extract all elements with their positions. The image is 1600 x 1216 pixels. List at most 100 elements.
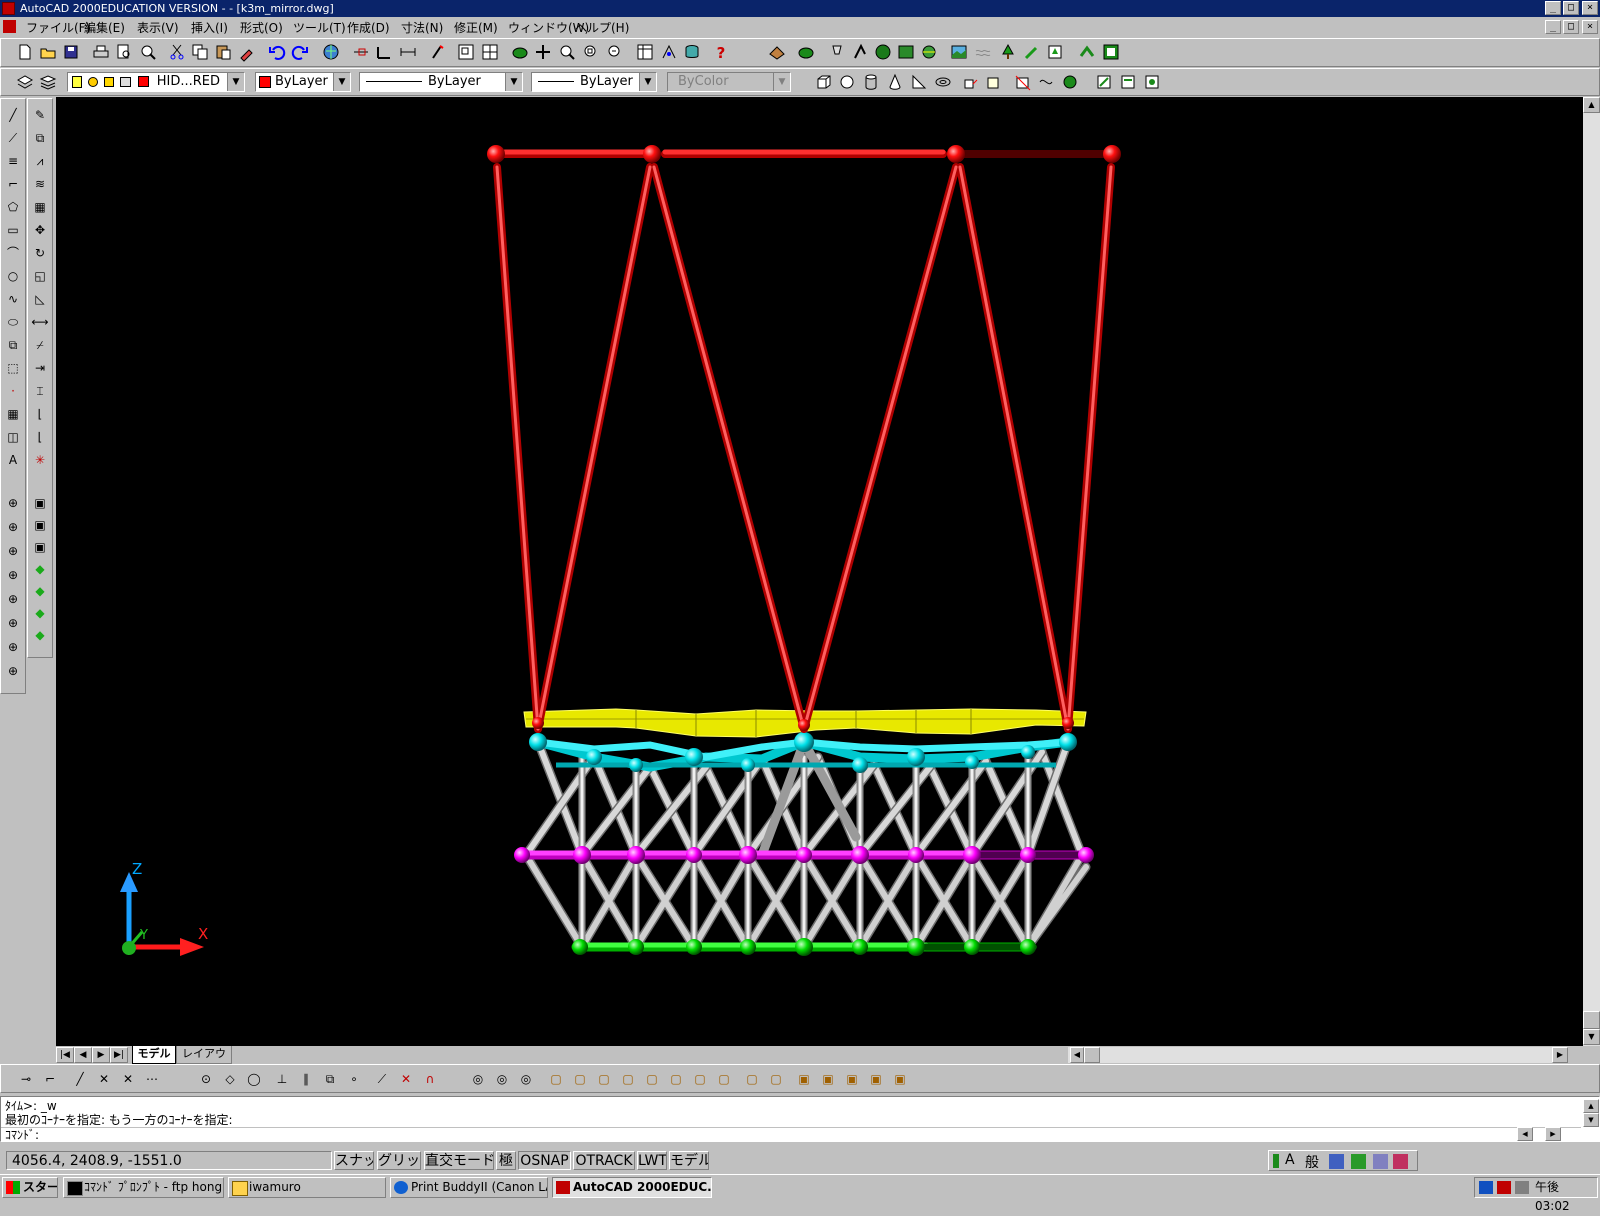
autocad-app-icon[interactable]: [2, 2, 15, 15]
lineweight-dropdown[interactable]: ByLayer ▼: [531, 72, 657, 92]
revolve-icon[interactable]: [984, 72, 1004, 92]
snap-from-icon[interactable]: ⊸: [17, 1070, 35, 1088]
imprint-icon[interactable]: ▣: [795, 1070, 813, 1088]
zoom-scale-icon[interactable]: ⊕: [4, 542, 22, 560]
snap-intersection-icon[interactable]: ✕: [95, 1070, 113, 1088]
copy-icon[interactable]: [190, 42, 210, 62]
snap-midpoint-icon[interactable]: ╱: [71, 1070, 89, 1088]
cmd-scroll-down-button[interactable]: ▼: [1583, 1113, 1599, 1127]
tab-model[interactable]: モデル: [132, 1046, 176, 1064]
print-preview-icon[interactable]: [114, 42, 134, 62]
trim-icon[interactable]: ⌿: [31, 336, 49, 354]
landscape-new-icon[interactable]: [998, 42, 1018, 62]
dbconnect-icon[interactable]: [682, 42, 702, 62]
snap-insert-icon[interactable]: ⧉: [321, 1070, 339, 1088]
cut-icon[interactable]: [167, 42, 187, 62]
slice-icon[interactable]: [1013, 72, 1033, 92]
chevron-down-icon[interactable]: ▼: [333, 73, 350, 91]
rotate-icon[interactable]: ↻: [31, 244, 49, 262]
lengthen-icon[interactable]: ⟷: [31, 313, 49, 331]
check-icon[interactable]: ▣: [891, 1070, 909, 1088]
fillet-icon[interactable]: ⌊: [31, 428, 49, 446]
toggle-lwt[interactable]: LWT: [637, 1151, 667, 1170]
lights-icon[interactable]: [827, 42, 847, 62]
sphere-icon[interactable]: [837, 72, 857, 92]
document-icon[interactable]: [3, 20, 16, 33]
maximize-button[interactable]: □: [1563, 1, 1579, 15]
render-icon[interactable]: [510, 42, 530, 62]
menu-draw[interactable]: 作成(D): [347, 19, 390, 36]
command-window[interactable]: ﾀｲﾑ>: _w 最初のｺｰﾅｰを指定: もう一方のｺｰﾅｰを指定: ｺﾏﾝﾄﾞ…: [0, 1096, 1600, 1142]
hide-icon[interactable]: ◆: [31, 560, 49, 578]
scenes-icon[interactable]: [850, 42, 870, 62]
render-scene-icon[interactable]: [767, 42, 787, 62]
ime-dictionary-icon[interactable]: [1373, 1154, 1388, 1169]
snap-parallel-icon[interactable]: ∥: [297, 1070, 315, 1088]
tab-prev-button[interactable]: ◀: [74, 1047, 92, 1063]
break-icon[interactable]: ⌶: [31, 382, 49, 400]
zoom-in-icon[interactable]: ⊕: [4, 590, 22, 608]
tab-last-button[interactable]: ▶|: [110, 1047, 128, 1063]
chamfer-icon[interactable]: ⌊: [31, 405, 49, 423]
make-block-icon[interactable]: ⬚: [4, 359, 22, 377]
toggle-grid[interactable]: グリッド: [377, 1151, 421, 1170]
menu-tools[interactable]: ツール(T): [293, 19, 346, 36]
scroll-up-button[interactable]: ▲: [1583, 97, 1600, 113]
task-iwamuro-folder[interactable]: iwamuro: [228, 1177, 386, 1198]
snap-tangent-icon[interactable]: ◯: [245, 1070, 263, 1088]
section-icon[interactable]: [1036, 72, 1056, 92]
orbit-icon[interactable]: ◆: [31, 626, 49, 644]
shade-flat-icon[interactable]: ◆: [31, 604, 49, 622]
menu-view[interactable]: 表示(V): [137, 19, 179, 36]
explode-icon[interactable]: ✳: [31, 451, 49, 469]
mirror-icon[interactable]: ⩘: [31, 152, 49, 170]
vertical-scrollbar[interactable]: ▲ ▼: [1583, 97, 1600, 1046]
polyline-icon[interactable]: ⌐: [4, 175, 22, 193]
extend-icon[interactable]: ⇥: [31, 359, 49, 377]
layer-plot-icon[interactable]: [120, 76, 132, 87]
coordinate-display[interactable]: 4056.4, 2408.9, -1551.0: [6, 1151, 332, 1170]
mapping-icon[interactable]: [919, 42, 939, 62]
stretch-icon[interactable]: ◺: [31, 290, 49, 308]
snap-center-icon[interactable]: ⊙: [197, 1070, 215, 1088]
zoom-window-icon[interactable]: [581, 42, 601, 62]
snap-perpendicular-icon[interactable]: ⊥: [273, 1070, 291, 1088]
render-preferences-icon[interactable]: [1077, 42, 1097, 62]
pen-tray-icon[interactable]: [1497, 1181, 1511, 1194]
named-views-icon[interactable]: ▣: [31, 494, 49, 512]
shade-gouraud-icon[interactable]: ◆: [31, 582, 49, 600]
make-object-layer-current-icon[interactable]: [15, 72, 35, 92]
find-replace-icon[interactable]: [138, 42, 158, 62]
chevron-down-icon[interactable]: ▼: [227, 73, 244, 91]
zoom-window-icon[interactable]: ⊕: [4, 494, 22, 512]
scroll-down-button[interactable]: ▼: [1583, 1029, 1600, 1045]
region-icon[interactable]: ◫: [4, 428, 22, 446]
aerial-view-icon[interactable]: [456, 42, 476, 62]
volume-tray-icon[interactable]: [1515, 1181, 1529, 1194]
snap-none-icon[interactable]: ✕: [397, 1070, 415, 1088]
copy-edges-icon[interactable]: ▢: [743, 1070, 761, 1088]
properties-icon[interactable]: [635, 42, 655, 62]
background-icon[interactable]: [949, 42, 969, 62]
construction-line-icon[interactable]: ⟋: [4, 129, 22, 147]
snap-apparent-intersection-icon[interactable]: ✕: [119, 1070, 137, 1088]
ime-conversion-icon[interactable]: 般: [1305, 1152, 1319, 1172]
new-file-icon[interactable]: [15, 42, 35, 62]
setup-profile-icon[interactable]: [1142, 72, 1162, 92]
tab-layout1[interactable]: レイアウト1: [176, 1046, 232, 1076]
minimize-button[interactable]: _: [1545, 1, 1561, 15]
multiline-icon[interactable]: ≡: [4, 152, 22, 170]
redo-icon[interactable]: [290, 42, 310, 62]
print-icon[interactable]: [91, 42, 111, 62]
cone-icon[interactable]: [885, 72, 905, 92]
task-autocad[interactable]: AutoCAD 2000EDUC...: [552, 1177, 712, 1198]
match-properties-icon[interactable]: [237, 42, 257, 62]
array-icon[interactable]: ▦: [31, 198, 49, 216]
ime-pad-icon[interactable]: [1351, 1154, 1366, 1169]
task-command-prompt[interactable]: ｺﾏﾝﾄﾞ ﾌﾟﾛﾝﾌﾟﾄ - ftp hong...: [63, 1177, 224, 1198]
task-print-buddy[interactable]: Print BuddyII (Canon LA...: [390, 1177, 548, 1198]
zoom-extents-icon[interactable]: ⊕: [4, 662, 22, 680]
menu-edit[interactable]: 編集(E): [84, 19, 125, 36]
linetype-dropdown[interactable]: ByLayer ▼: [359, 72, 523, 92]
landscape-library-icon[interactable]: [1045, 42, 1065, 62]
